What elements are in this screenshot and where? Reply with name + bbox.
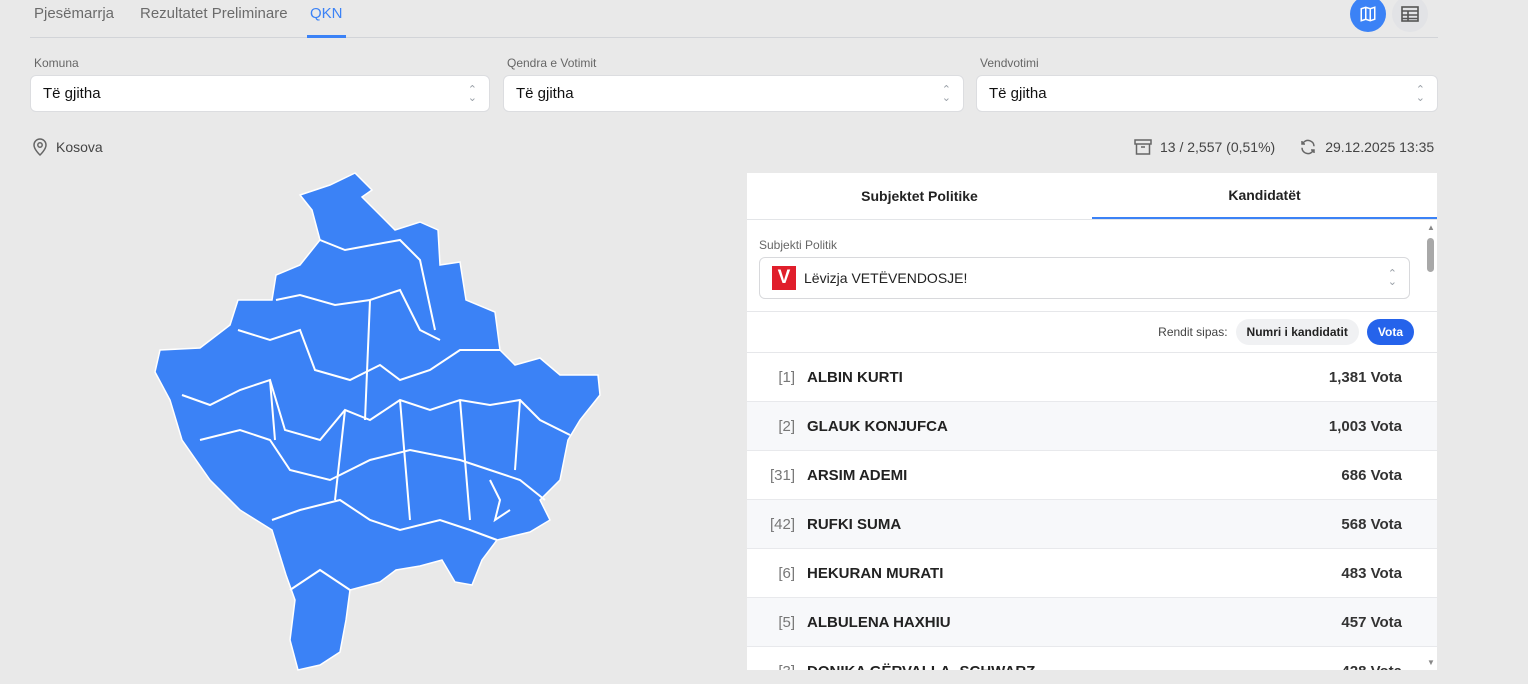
- candidate-row[interactable]: [3] DONIKA GËRVALLA -SCHWARZ428 Vota: [747, 647, 1437, 671]
- select-value: Të gjitha: [43, 85, 101, 102]
- candidate-row[interactable]: [42] RUFKI SUMA 568 Vota: [747, 500, 1437, 549]
- candidate-name: ALBIN KURTI: [807, 368, 903, 386]
- tab-kandidatet[interactable]: Kandidatët: [1092, 173, 1437, 219]
- location-info: Kosova: [32, 138, 103, 156]
- counted-stations: 13 / 2,557 (0,51%): [1160, 139, 1276, 155]
- candidate-row[interactable]: [6] HEKURAN MURATI 483 Vota: [747, 549, 1437, 598]
- vendvotimi-select[interactable]: Të gjitha ⌃ ⌄: [976, 75, 1438, 112]
- candidate-votes: 457 Vota: [1341, 613, 1402, 631]
- kosovo-map[interactable]: [140, 165, 620, 680]
- candidate-votes: 568 Vota: [1341, 515, 1402, 533]
- scrollbar-thumb[interactable]: [1427, 238, 1434, 272]
- candidate-list: [1] ALBIN KURTI 1,381 Vota [2] GLAUK KONJUFC…: [747, 353, 1437, 670]
- candidate-votes: 483 Vota: [1341, 564, 1402, 582]
- map-region-outline[interactable]: [154, 172, 601, 671]
- tab-rezultatet-preliminare[interactable]: Rezultatet Preliminare: [140, 5, 288, 38]
- subject-label: Subjekti Politik: [759, 238, 838, 252]
- chevron-updown-icon: ⌃ ⌄: [1415, 83, 1425, 104]
- candidate-number: [6]: [778, 564, 795, 582]
- last-updated: 29.12.2025 13:35: [1325, 139, 1435, 155]
- candidate-votes: 1,003 Vota: [1328, 417, 1402, 435]
- filter-label: Qendra e Votimit: [507, 56, 597, 70]
- filter-label: Vendvotimi: [980, 56, 1039, 70]
- candidate-row[interactable]: [5] ALBULENA HAXHIU 457 Vota: [747, 598, 1437, 647]
- candidate-number: [1]: [778, 368, 795, 386]
- candidate-votes: 686 Vota: [1341, 466, 1402, 484]
- candidate-name: ARSIM ADEMI: [807, 466, 908, 484]
- table-icon: [1401, 6, 1419, 22]
- select-value: Të gjitha: [516, 85, 574, 102]
- map-view-button[interactable]: [1350, 0, 1386, 32]
- subject-filter: Subjekti Politik V Lëvizja VETËVENDOSJE! …: [747, 220, 1437, 312]
- candidate-row[interactable]: [31] ARSIM ADEMI 686 Vota: [747, 451, 1437, 500]
- candidate-name: RUFKI SUMA: [807, 515, 902, 533]
- location-label: Kosova: [56, 139, 103, 155]
- qendra-select[interactable]: Të gjitha ⌃ ⌄: [503, 75, 964, 112]
- select-value: Të gjitha: [989, 85, 1047, 102]
- filter-label: Komuna: [34, 56, 79, 70]
- candidate-row[interactable]: [2] GLAUK KONJUFCA 1,003 Vota: [747, 402, 1437, 451]
- candidate-votes: 428 Vota: [1341, 663, 1402, 671]
- candidate-number: [3]: [747, 663, 795, 671]
- candidate-number: [2]: [778, 417, 795, 435]
- candidate-number: [42]: [769, 515, 795, 533]
- sort-by-votes-button[interactable]: Vota: [1366, 319, 1414, 345]
- candidate-votes: 1,381 Vota: [1328, 368, 1402, 386]
- candidate-number: [31]: [769, 466, 795, 484]
- sort-by-number-button[interactable]: Numri i kandidatit: [1235, 319, 1359, 345]
- panel-tabs: Subjektet Politike Kandidatët: [747, 173, 1437, 220]
- tab-qkn[interactable]: QKN: [307, 5, 346, 38]
- subject-select[interactable]: V Lëvizja VETËVENDOSJE! ⌃ ⌄: [759, 257, 1410, 299]
- filter-komuna: Komuna Të gjitha ⌃ ⌄: [30, 56, 490, 112]
- results-panel: Subjektet Politike Kandidatët Subjekti P…: [747, 173, 1437, 670]
- location-pin-icon: [33, 138, 47, 156]
- candidate-name: ALBULENA HAXHIU: [807, 613, 951, 631]
- candidate-name: HEKURAN MURATI: [807, 564, 944, 582]
- chevron-updown-icon: ⌃ ⌄: [941, 83, 951, 104]
- komuna-select[interactable]: Të gjitha ⌃ ⌄: [30, 75, 490, 112]
- party-logo: V: [772, 266, 796, 290]
- candidate-name: DONIKA GËRVALLA -SCHWARZ: [807, 663, 1341, 671]
- candidate-number: [5]: [778, 613, 795, 631]
- candidate-row[interactable]: [1] ALBIN KURTI 1,381 Vota: [747, 353, 1437, 402]
- tab-pjesemarrja[interactable]: Pjesëmarrja: [34, 5, 114, 38]
- scrollbar[interactable]: ▲ ▼: [1423, 220, 1437, 670]
- subject-value: Lëvizja VETËVENDOSJE!: [804, 270, 968, 286]
- table-view-button[interactable]: [1392, 0, 1428, 32]
- refresh-icon: [1301, 139, 1315, 155]
- counted-info: 13 / 2,557 (0,51%) 29.12.2025 13:35: [1134, 138, 1434, 156]
- filter-qendra: Qendra e Votimit Të gjitha ⌃ ⌄: [503, 56, 964, 112]
- sort-bar: Rendit sipas: Numri i kandidatit Vota: [747, 312, 1437, 353]
- candidate-name: GLAUK KONJUFCA: [807, 417, 948, 435]
- map-icon: [1360, 6, 1376, 22]
- archive-icon: [1134, 139, 1152, 155]
- chevron-updown-icon: ⌃ ⌄: [467, 83, 477, 104]
- sort-label: Rendit sipas:: [1158, 325, 1228, 339]
- tab-subjektet-politike[interactable]: Subjektet Politike: [747, 173, 1092, 219]
- chevron-updown-icon: ⌃ ⌄: [1387, 268, 1397, 288]
- filter-vendvotimi: Vendvotimi Të gjitha ⌃ ⌄: [976, 56, 1438, 112]
- main-tabs: Pjesëmarrja Rezultatet Preliminare QKN: [30, 0, 1438, 38]
